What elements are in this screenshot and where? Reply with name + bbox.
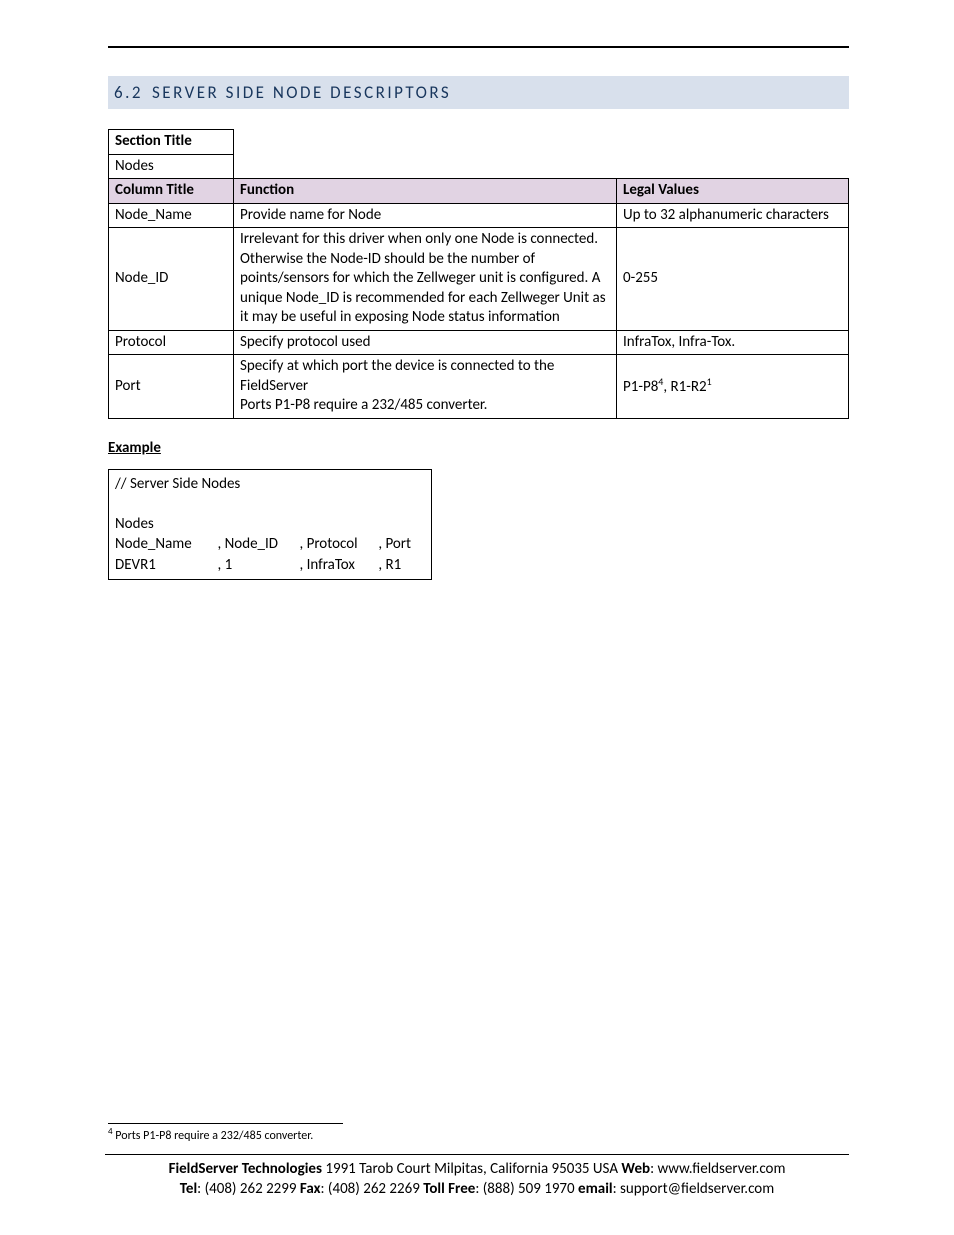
section-number: 6.2	[114, 82, 152, 103]
example-comment: // Server Side Nodes	[115, 474, 425, 494]
row-title: Node_Name	[109, 203, 234, 228]
example-col: , Port	[378, 534, 425, 554]
example-table: Node_Name , Node_ID , Protocol , Port DE…	[115, 534, 425, 575]
legal-values-label: Legal Values	[617, 179, 849, 204]
row-function: Irrelevant for this driver when only one…	[234, 228, 617, 331]
table-row: Protocol Specify protocol used InfraTox,…	[109, 330, 849, 355]
row-function: Provide name for Node	[234, 203, 617, 228]
footer-line-1: FieldServer Technologies 1991 Tarob Cour…	[105, 1159, 849, 1179]
example-box: // Server Side Nodes Nodes Node_Name , N…	[108, 469, 432, 580]
table-row: Node_ID Irrelevant for this driver when …	[109, 228, 849, 331]
example-val: DEVR1	[115, 555, 217, 575]
footer: FieldServer Technologies 1991 Tarob Cour…	[105, 1154, 849, 1200]
blank-cell	[234, 154, 617, 179]
row-legal: P1-P84, R1-R21	[617, 355, 849, 419]
table-row: Node_Name Provide name for Node Up to 32…	[109, 203, 849, 228]
example-val: , 1	[217, 555, 299, 575]
footnote-ref: 1	[707, 375, 712, 388]
example-val: , R1	[378, 555, 425, 575]
footer-rule	[105, 1154, 849, 1155]
row-title: Node_ID	[109, 228, 234, 331]
section-title: SERVER SIDE NODE DESCRIPTORS	[152, 82, 451, 103]
row-function: Specify protocol used	[234, 330, 617, 355]
footer-line-2: Tel: (408) 262 2299 Fax: (408) 262 2269 …	[105, 1179, 849, 1199]
row-legal: InfraTox, Infra-Tox.	[617, 330, 849, 355]
descriptor-table: Section Title Nodes Column Title Functio…	[108, 129, 849, 419]
row-legal: Up to 32 alphanumeric characters	[617, 203, 849, 228]
section-title-label: Section Title	[109, 130, 234, 155]
section-title-value: Nodes	[109, 154, 234, 179]
example-label: Example	[108, 439, 849, 457]
example-val: , InfraTox	[299, 555, 378, 575]
table-row: Port Specify at which port the device is…	[109, 355, 849, 419]
footnote: 4 Ports P1-P8 require a 232/485 converte…	[108, 1126, 508, 1143]
row-legal: 0-255	[617, 228, 849, 331]
row-title: Port	[109, 355, 234, 419]
footnote-area: 4 Ports P1-P8 require a 232/485 converte…	[108, 1123, 508, 1143]
row-function: Specify at which port the device is conn…	[234, 355, 617, 419]
blank-cell	[617, 130, 849, 155]
footnote-text: Ports P1-P8 require a 232/485 converter.	[113, 1129, 314, 1143]
blank-cell	[234, 130, 617, 155]
example-col: , Node_ID	[217, 534, 299, 554]
footnote-rule	[108, 1123, 343, 1124]
top-rule	[108, 46, 849, 48]
blank-cell	[617, 154, 849, 179]
example-section: Nodes	[115, 514, 425, 534]
example-col: , Protocol	[299, 534, 378, 554]
example-col: Node_Name	[115, 534, 217, 554]
column-title-label: Column Title	[109, 179, 234, 204]
section-heading: 6.2 SERVER SIDE NODE DESCRIPTORS	[108, 76, 849, 109]
function-label: Function	[234, 179, 617, 204]
row-title: Protocol	[109, 330, 234, 355]
